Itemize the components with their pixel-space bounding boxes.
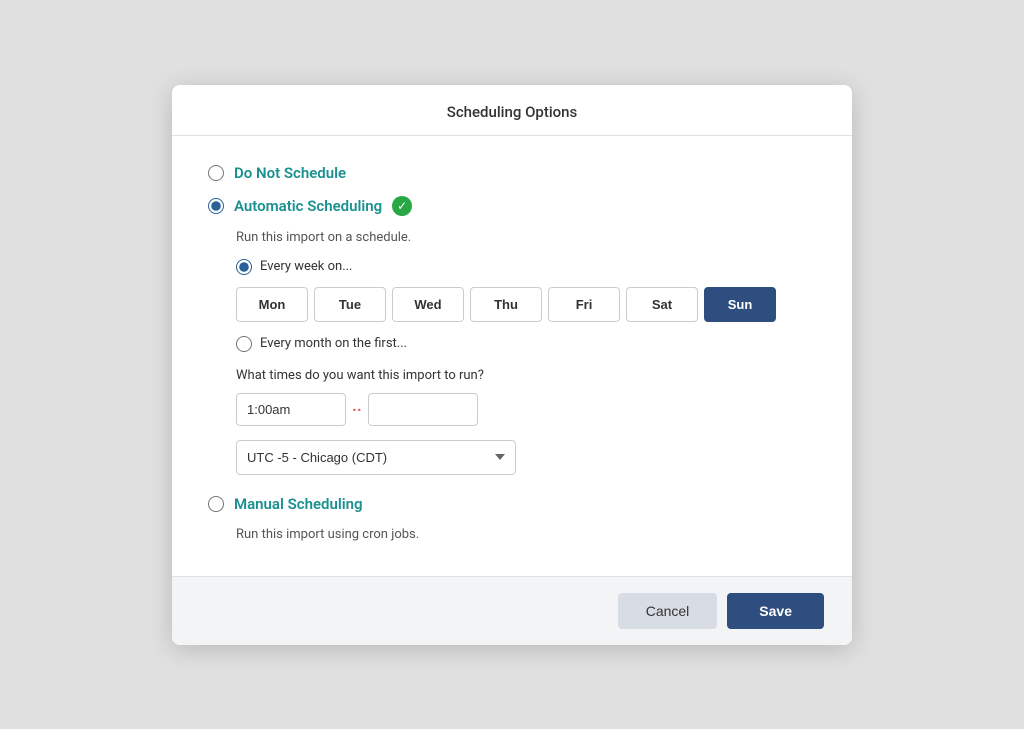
every-month-row: Every month on the first... xyxy=(236,336,816,352)
do-not-schedule-label[interactable]: Do Not Schedule xyxy=(234,164,346,182)
timezone-select[interactable]: UTC -5 - Chicago (CDT) UTC -8 - Los Ange… xyxy=(236,440,516,475)
day-btn-sun[interactable]: Sun xyxy=(704,287,776,322)
every-month-radio[interactable] xyxy=(236,336,252,352)
every-month-label[interactable]: Every month on the first... xyxy=(260,336,407,351)
time-input-1[interactable] xyxy=(236,393,346,426)
time-separator: ·· xyxy=(350,400,364,419)
dialog-header: Scheduling Options xyxy=(172,85,852,136)
day-btn-tue[interactable]: Tue xyxy=(314,287,386,322)
scheduling-dialog: Scheduling Options Do Not Schedule Autom… xyxy=(172,85,852,645)
do-not-schedule-radio[interactable] xyxy=(208,165,224,181)
dialog-body: Do Not Schedule Automatic Scheduling ✓ R… xyxy=(172,136,852,576)
manual-sub-label: Run this import using cron jobs. xyxy=(236,527,816,542)
day-btn-sat[interactable]: Sat xyxy=(626,287,698,322)
automatic-scheduling-label[interactable]: Automatic Scheduling xyxy=(234,197,382,215)
time-inputs-group: ·· xyxy=(236,393,816,426)
time-question: What times do you want this import to ru… xyxy=(236,368,816,383)
every-week-label[interactable]: Every week on... xyxy=(260,259,352,274)
save-button[interactable]: Save xyxy=(727,593,824,629)
manual-scheduling-radio[interactable] xyxy=(208,496,224,512)
do-not-schedule-row: Do Not Schedule xyxy=(208,164,816,182)
manual-scheduling-section: Manual Scheduling Run this import using … xyxy=(208,495,816,542)
automatic-scheduling-row: Automatic Scheduling ✓ xyxy=(208,196,816,216)
dialog-title: Scheduling Options xyxy=(447,103,577,121)
dialog-footer: Cancel Save xyxy=(172,576,852,645)
automatic-sub-section: Every week on... Mon Tue Wed Thu Fri Sat… xyxy=(236,259,816,475)
time-input-2[interactable] xyxy=(368,393,478,426)
day-btn-mon[interactable]: Mon xyxy=(236,287,308,322)
automatic-scheduling-radio[interactable] xyxy=(208,198,224,214)
automatic-sub-label: Run this import on a schedule. xyxy=(236,230,816,245)
manual-scheduling-row: Manual Scheduling xyxy=(208,495,816,513)
day-btn-fri[interactable]: Fri xyxy=(548,287,620,322)
check-icon: ✓ xyxy=(392,196,412,216)
cancel-button[interactable]: Cancel xyxy=(618,593,718,629)
day-btn-thu[interactable]: Thu xyxy=(470,287,542,322)
manual-scheduling-label[interactable]: Manual Scheduling xyxy=(234,495,363,513)
day-btn-wed[interactable]: Wed xyxy=(392,287,464,322)
day-buttons-group: Mon Tue Wed Thu Fri Sat Sun xyxy=(236,287,816,322)
every-week-row: Every week on... xyxy=(236,259,816,275)
every-week-radio[interactable] xyxy=(236,259,252,275)
